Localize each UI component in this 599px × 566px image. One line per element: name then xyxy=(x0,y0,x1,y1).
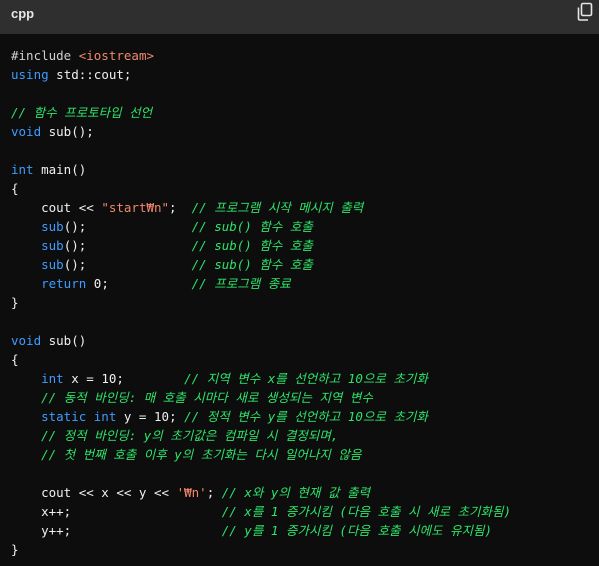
comment-token: // 지역 변수 x를 선언하고 10으로 초기화 xyxy=(184,371,428,386)
keyword-token: int xyxy=(11,371,64,386)
code-token: sub() xyxy=(41,333,87,348)
code-content: #include <iostream> using std::cout;// 함수… xyxy=(11,46,591,558)
brace-token: } xyxy=(11,295,19,310)
code-line: static int y = 10; // 정적 변수 y를 선언하고 10으로… xyxy=(11,407,591,426)
code-token: std::cout; xyxy=(48,67,132,82)
keyword-token: using xyxy=(11,67,49,82)
code-line: { xyxy=(11,179,591,198)
number-token: 10 xyxy=(101,371,117,386)
code-line: y++; // y를 1 증가시킴 (다음 호출 시에도 유지됨) xyxy=(11,521,591,540)
code-block: cpp #include <iostream> using std::cout; /… xyxy=(0,0,599,566)
code-token: (); xyxy=(63,238,192,253)
code-line: #include <iostream> xyxy=(11,46,591,65)
comment-token: // 정적 바인딩: y의 초기값은 컴파일 시 결정되며, xyxy=(11,428,339,443)
code-token: ; xyxy=(116,371,185,386)
keyword-token: void xyxy=(11,333,42,348)
code-token: (); xyxy=(63,219,192,234)
keyword-token: int xyxy=(11,162,34,177)
code-block-header: cpp xyxy=(0,0,599,34)
comment-token: // 함수 프로토타입 선언 xyxy=(11,105,153,120)
comment-token: // x와 y의 현재 값 출력 xyxy=(221,485,370,500)
comment-token: // sub() 함수 호출 xyxy=(191,257,313,272)
keyword-token: void xyxy=(11,124,42,139)
code-line: using std::cout; xyxy=(11,65,591,84)
preprocessor-token: #include xyxy=(11,48,79,63)
code-line: // 정적 바인딩: y의 초기값은 컴파일 시 결정되며, xyxy=(11,426,591,445)
code-token: x = xyxy=(63,371,102,386)
comment-token: // sub() 함수 호출 xyxy=(191,219,313,234)
code-line: { xyxy=(11,350,591,369)
code-line: x++; // x를 1 증가시킴 (다음 호출 시 새로 초기화됨) xyxy=(11,502,591,521)
string-token: "start₩n" xyxy=(101,200,170,215)
number-token: 10 xyxy=(154,409,170,424)
keyword-token: sub xyxy=(11,238,64,253)
code-line: } xyxy=(11,540,591,559)
comment-token: // x를 1 증가시킴 (다음 호출 시 새로 초기화됨) xyxy=(221,504,512,519)
code-token: ; xyxy=(169,409,185,424)
code-line: int main() xyxy=(11,160,591,179)
code-line: } xyxy=(11,293,591,312)
code-line: int x = 10; // 지역 변수 x를 선언하고 10으로 초기화 xyxy=(11,369,591,388)
number-token: 0 xyxy=(86,276,102,291)
comment-token: // 프로그램 시작 메시지 출력 xyxy=(191,200,364,215)
brace-token: { xyxy=(11,181,19,196)
string-token: '₩n' xyxy=(176,485,207,500)
code-line: // 함수 프로토타입 선언 xyxy=(11,103,591,122)
code-token: y = xyxy=(116,409,154,424)
code-line: cout << "start₩n"; // 프로그램 시작 메시지 출력 xyxy=(11,198,591,217)
code-token: (); xyxy=(63,257,192,272)
code-token: ; xyxy=(206,485,222,500)
comment-token: // 동적 바인딩: 매 호출 시마다 새로 생성되는 지역 변수 xyxy=(11,390,373,405)
code-line: sub(); // sub() 함수 호출 xyxy=(11,217,591,236)
code-line: void sub(); xyxy=(11,122,591,141)
code-line: cout << x << y << '₩n'; // x와 y의 현재 값 출력 xyxy=(11,483,591,502)
code-line: // 동적 바인딩: 매 호출 시마다 새로 생성되는 지역 변수 xyxy=(11,388,591,407)
comment-token: // 정적 변수 y를 선언하고 10으로 초기화 xyxy=(184,409,428,424)
brace-token: { xyxy=(11,352,19,367)
keyword-token: sub xyxy=(11,257,64,272)
code-token: sub(); xyxy=(41,124,94,139)
string-token: <iostream> xyxy=(78,48,154,63)
comment-token: // sub() 함수 호출 xyxy=(191,238,313,253)
code-line: // 첫 번째 호출 이후 y의 초기화는 다시 일어나지 않음 xyxy=(11,445,591,464)
code-line: sub(); // sub() 함수 호출 xyxy=(11,236,591,255)
code-token: ; xyxy=(169,200,192,215)
code-token: y++; xyxy=(11,523,222,538)
comment-token: // 프로그램 종료 xyxy=(191,276,291,291)
keyword-token: sub xyxy=(11,219,64,234)
code-token: ; xyxy=(101,276,192,291)
language-label: cpp xyxy=(11,6,35,21)
comment-token: // y를 1 증가시킴 (다음 호출 시에도 유지됨) xyxy=(221,523,493,538)
comment-token: // 첫 번째 호출 이후 y의 초기화는 다시 일어나지 않음 xyxy=(11,447,362,462)
code-token: cout << xyxy=(11,200,102,215)
code-line: return 0; // 프로그램 종료 xyxy=(11,274,591,293)
code-token: x++; xyxy=(11,504,222,519)
brace-token: } xyxy=(11,542,19,557)
code-line: sub(); // sub() 함수 호출 xyxy=(11,255,591,274)
keyword-token: return xyxy=(11,276,87,291)
code-line: void sub() xyxy=(11,331,591,350)
code-token: cout << x << y << xyxy=(11,485,177,500)
copy-icon[interactable] xyxy=(576,2,594,22)
code-token: main() xyxy=(33,162,87,177)
keyword-token: static int xyxy=(11,409,117,424)
